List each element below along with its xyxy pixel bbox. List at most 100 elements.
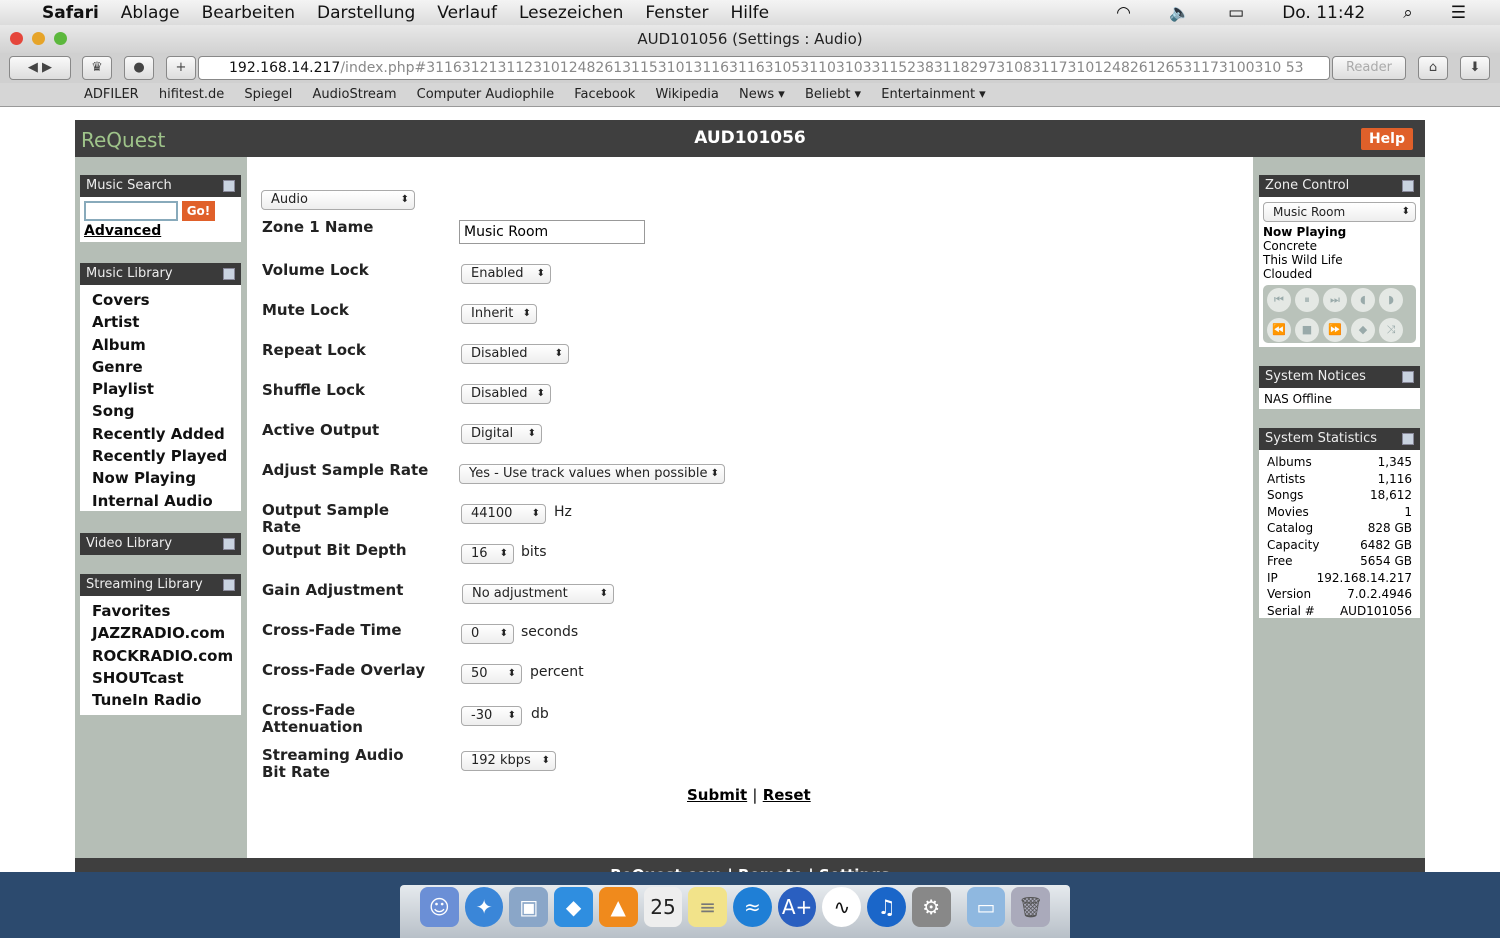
menu-item[interactable]: Bearbeiten — [202, 3, 295, 23]
bookmark[interactable]: Beliebt ▾ — [805, 87, 861, 102]
volume-lock-select[interactable]: Enabled — [461, 264, 551, 284]
library-item-internal-audio[interactable]: Internal Audio — [92, 490, 229, 512]
expand-icon[interactable] — [223, 538, 235, 550]
fast-forward-icon[interactable]: ⏩ — [1323, 318, 1347, 342]
streaming-item[interactable]: ROCKRADIO.com — [92, 645, 233, 667]
zone-select[interactable]: Music Room — [1263, 202, 1416, 222]
shuffle-icon[interactable]: ⤨ — [1379, 318, 1403, 342]
advanced-link[interactable]: Advanced — [84, 223, 161, 239]
library-item-genre[interactable]: Genre — [92, 356, 229, 378]
mute-lock-select[interactable]: Inherit — [461, 304, 537, 324]
settings-section-select[interactable]: Audio — [261, 190, 415, 210]
menu-item[interactable]: Lesezeichen — [519, 3, 623, 23]
library-item-song[interactable]: Song — [92, 400, 229, 422]
notes-icon[interactable]: ≡ — [688, 887, 728, 927]
panel-title[interactable]: Video Library — [86, 536, 172, 551]
cross-fade-overlay-select[interactable]: 50 — [461, 664, 522, 684]
volume-down-icon[interactable]: ◖ — [1351, 288, 1375, 312]
dropbox-icon[interactable]: ◆ — [554, 887, 593, 927]
collapse-icon[interactable] — [1402, 433, 1414, 445]
vlc-icon[interactable]: ▲ — [598, 887, 638, 927]
bookmark[interactable]: News ▾ — [739, 87, 785, 102]
menu-item[interactable]: Fenster — [645, 3, 708, 23]
collapse-icon[interactable] — [223, 268, 235, 280]
library-item-covers[interactable]: Covers — [92, 289, 229, 311]
bookmark[interactable]: Facebook — [574, 87, 635, 102]
bookmark[interactable]: ADFILER — [84, 87, 139, 102]
library-item-recently-played[interactable]: Recently Played — [92, 445, 229, 467]
streaming-item[interactable]: TuneIn Radio — [92, 689, 229, 711]
zone-name-input[interactable] — [459, 220, 645, 244]
cross-fade-attenuation-select[interactable]: -30 — [461, 706, 522, 726]
app-footer[interactable]: ReQuest.com | Remote | Settings — [75, 858, 1425, 872]
bookmark[interactable]: Spiegel — [244, 87, 292, 102]
gain-adjustment-select[interactable]: No adjustment — [462, 584, 614, 604]
add-bookmark-button[interactable]: + — [166, 56, 196, 80]
list-icon[interactable]: ☰ — [1451, 3, 1466, 23]
help-button[interactable]: Help — [1360, 128, 1413, 150]
system-preferences-icon[interactable]: ⚙ — [911, 887, 951, 927]
calendar-icon[interactable]: 25 — [643, 887, 683, 927]
menu-app[interactable]: Safari — [42, 3, 99, 23]
safari-icon[interactable]: ✦ — [464, 887, 504, 927]
finder-icon[interactable]: ☺ — [420, 887, 459, 927]
volume-icon[interactable]: 🔈 — [1169, 3, 1190, 23]
bookmark[interactable]: AudioStream — [313, 87, 397, 102]
streaming-bit-rate-select[interactable]: 192 kbps — [461, 751, 556, 771]
shuffle-lock-select[interactable]: Disabled — [461, 384, 551, 404]
collapse-icon[interactable] — [223, 180, 235, 192]
streaming-item[interactable]: Favorites — [92, 600, 229, 622]
bookmark[interactable]: Entertainment ▾ — [881, 87, 985, 102]
output-sample-rate-select[interactable]: 44100 — [461, 504, 546, 524]
close-button[interactable] — [10, 32, 23, 45]
active-output-select[interactable]: Digital — [461, 424, 542, 444]
reset-link[interactable]: Reset — [763, 786, 811, 804]
menu-item[interactable]: Darstellung — [317, 3, 415, 23]
request-logo[interactable]: ReQuest — [81, 122, 165, 159]
clock[interactable]: Do. 11:42 — [1282, 3, 1365, 23]
downloads-folder-icon[interactable]: ▭ — [966, 887, 1006, 927]
bookmark[interactable]: hifitest.de — [159, 87, 224, 102]
adblock-icon[interactable]: ● — [124, 56, 154, 80]
volume-up-icon[interactable]: ◗ — [1379, 288, 1403, 312]
library-item-now-playing[interactable]: Now Playing — [92, 467, 229, 489]
back-forward-buttons[interactable]: ◀ ▶ — [9, 56, 71, 80]
library-item-recently-added[interactable]: Recently Added — [92, 423, 229, 445]
library-item-artist[interactable]: Artist — [92, 311, 229, 333]
downloads-icon[interactable]: ⬇ — [1460, 56, 1490, 80]
collapse-icon[interactable] — [223, 579, 235, 591]
mute-icon[interactable]: ◆ — [1351, 318, 1375, 342]
wifi-icon[interactable]: ◠ — [1116, 3, 1131, 23]
output-bit-depth-select[interactable]: 16 — [461, 544, 514, 564]
repeat-lock-select[interactable]: Disabled — [461, 344, 569, 364]
bookmark[interactable]: Computer Audiophile — [417, 87, 554, 102]
bookmark[interactable]: Wikipedia — [655, 87, 718, 102]
zoom-button[interactable] — [54, 32, 67, 45]
submit-link[interactable]: Submit — [687, 786, 747, 804]
collapse-icon[interactable] — [1402, 180, 1414, 192]
previous-icon[interactable]: ⏮ — [1267, 288, 1291, 312]
rewind-icon[interactable]: ⏪ — [1267, 318, 1291, 342]
trash-icon[interactable]: 🗑 — [1011, 887, 1051, 927]
adjust-sample-rate-select[interactable]: Yes - Use track values when possible — [459, 464, 725, 484]
menu-item[interactable]: Ablage — [121, 3, 180, 23]
library-item-album[interactable]: Album — [92, 334, 229, 356]
search-icon[interactable]: ⌕ — [1403, 3, 1413, 23]
streaming-item[interactable]: SHOUTcast — [92, 667, 229, 689]
font-app-icon[interactable]: A+ — [777, 887, 817, 927]
collapse-icon[interactable] — [1402, 371, 1414, 383]
preview-icon[interactable]: ▣ — [509, 887, 549, 927]
audio-app-icon[interactable]: ∿ — [822, 887, 862, 927]
pause-icon[interactable]: ⏸ — [1295, 288, 1319, 312]
next-icon[interactable]: ⏭ — [1323, 288, 1347, 312]
menu-item[interactable]: Hilfe — [730, 3, 769, 23]
menu-item[interactable]: Verlauf — [437, 3, 497, 23]
go-button[interactable]: Go! — [182, 201, 215, 221]
home-icon[interactable]: ⌂ — [1418, 56, 1448, 80]
library-item-playlist[interactable]: Playlist — [92, 378, 229, 400]
openoffice-icon[interactable]: ≈ — [733, 887, 772, 927]
itunes-icon[interactable]: ♫ — [867, 887, 906, 927]
cross-fade-time-select[interactable]: 0 — [461, 624, 514, 644]
url-field[interactable]: 192.168.14.217/index.php#311631213112310… — [198, 56, 1330, 80]
battery-icon[interactable]: ▭ — [1228, 3, 1244, 23]
